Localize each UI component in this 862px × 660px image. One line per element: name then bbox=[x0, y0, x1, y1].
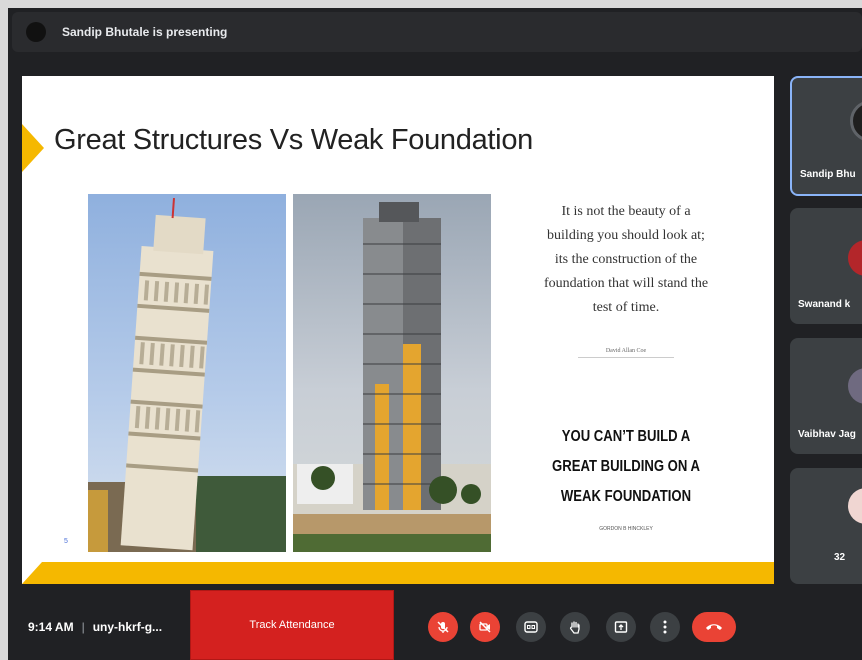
participant-name: Vaibhav Jag bbox=[798, 429, 856, 440]
person-avatar bbox=[848, 368, 862, 404]
person-avatar bbox=[848, 488, 862, 524]
presenter-avatar bbox=[850, 100, 862, 142]
more-options-icon[interactable] bbox=[650, 612, 680, 642]
raise-hand-icon[interactable] bbox=[560, 612, 590, 642]
slide-footer-band bbox=[22, 562, 774, 584]
captions-icon[interactable] bbox=[516, 612, 546, 642]
participant-name: Swanand k bbox=[798, 299, 851, 310]
title-marker bbox=[22, 124, 44, 172]
participant-count: 32 bbox=[834, 552, 846, 563]
slide-title: Great Structures Vs Weak Foundation bbox=[54, 124, 533, 156]
quote-line: building you should look at; bbox=[547, 228, 705, 243]
person-avatar bbox=[848, 240, 862, 276]
participant-tile[interactable]: Sandip Bhu bbox=[790, 76, 862, 196]
separator: | bbox=[81, 620, 85, 634]
mic-off-icon[interactable] bbox=[428, 612, 458, 642]
quote-line: It is not the beauty of a bbox=[561, 204, 691, 219]
headline-author: GORDON B HINCKLEY bbox=[599, 526, 653, 532]
quote-line: its the construction of the bbox=[554, 252, 698, 267]
headline-line: WEAK FOUNDATION bbox=[560, 488, 692, 505]
quote-line: foundation that will stand the bbox=[543, 276, 709, 291]
presenting-banner: Sandip Bhutale is presenting bbox=[12, 12, 862, 52]
leaning-tower-photo bbox=[88, 194, 286, 552]
participant-name: Sandip Bhu bbox=[800, 169, 856, 180]
participant-tile[interactable]: 32 bbox=[790, 468, 862, 584]
quote-text: It is not the beauty of a building you s… bbox=[528, 200, 724, 320]
presenter-avatar bbox=[26, 22, 46, 42]
quote-author: David Allan Coe bbox=[578, 348, 674, 358]
headline-line: GREAT BUILDING ON A bbox=[552, 458, 700, 475]
quote-line: test of time. bbox=[592, 300, 660, 315]
present-screen-icon[interactable] bbox=[606, 612, 636, 642]
headline-text: YOU CAN’T BUILD A GREAT BUILDING ON A WE… bbox=[551, 422, 702, 512]
headline-line: YOU CAN’T BUILD A bbox=[561, 428, 691, 445]
camera-off-icon[interactable] bbox=[470, 612, 500, 642]
meeting-info: 9:14 AM | uny-hkrf-g... bbox=[28, 620, 162, 634]
participant-tile[interactable]: Swanand k bbox=[790, 208, 862, 324]
shared-slide: Great Structures Vs Weak Foundation It i… bbox=[22, 76, 774, 584]
high-rise-photo bbox=[293, 194, 491, 552]
current-time: 9:14 AM bbox=[28, 620, 74, 634]
presenting-text: Sandip Bhutale is presenting bbox=[62, 25, 228, 39]
slide-number: 5 bbox=[64, 538, 68, 545]
participant-tile[interactable]: Vaibhav Jag bbox=[790, 338, 862, 454]
end-call-icon[interactable] bbox=[692, 612, 736, 642]
track-attendance-button[interactable]: Track Attendance bbox=[190, 590, 394, 660]
meeting-code: uny-hkrf-g... bbox=[92, 620, 163, 634]
